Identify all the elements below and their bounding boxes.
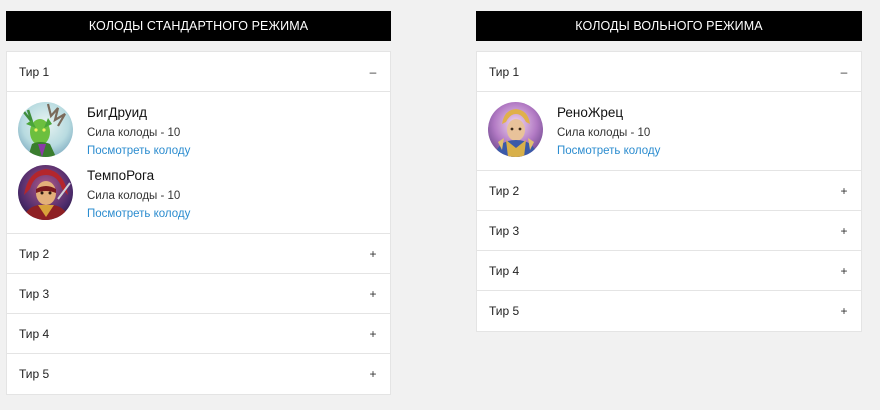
- tier-label: Тир 2: [489, 183, 520, 198]
- wild-tier-2-header[interactable]: Тир 2 +: [477, 171, 861, 211]
- deck-info: БигДруид Сила колоды - 10 Посмотреть кол…: [87, 102, 190, 159]
- view-deck-link[interactable]: Посмотреть колоду: [87, 207, 190, 221]
- wild-tier-3-header[interactable]: Тир 3 +: [477, 211, 861, 251]
- collapse-icon[interactable]: –: [368, 65, 378, 79]
- wild-tier-4-header[interactable]: Тир 4 +: [477, 251, 861, 291]
- expand-icon[interactable]: +: [368, 247, 378, 261]
- tier-label: Тир 4: [489, 263, 520, 278]
- standard-tier-2-header[interactable]: Тир 2 +: [7, 234, 390, 274]
- wild-decks-column: КОЛОДЫ ВОЛЬНОГО РЕЖИМА Тир 1 – РеноЖрец …: [476, 11, 862, 332]
- standard-tier-4-header[interactable]: Тир 4 +: [7, 314, 390, 354]
- deck-name: РеноЖрец: [557, 105, 624, 120]
- wild-tier-1-body: РеноЖрец Сила колоды - 10 Посмотреть кол…: [477, 92, 861, 171]
- deck-item: РеноЖрец Сила колоды - 10 Посмотреть кол…: [488, 102, 861, 158]
- collapse-icon[interactable]: –: [839, 65, 849, 79]
- deck-power: Сила колоды - 10: [87, 190, 181, 202]
- deck-power: Сила колоды - 10: [557, 127, 651, 139]
- wild-tier-accordion: Тир 1 – РеноЖрец Сила колоды - 10 Посмот…: [476, 51, 862, 332]
- rogue-avatar[interactable]: [18, 165, 73, 220]
- deck-info: ТемпоРога Сила колоды - 10 Посмотреть ко…: [87, 165, 190, 222]
- page: КОЛОДЫ СТАНДАРТНОГО РЕЖИМА Тир 1 – БигДр…: [0, 0, 880, 410]
- deck-item: БигДруид Сила колоды - 10 Посмотреть кол…: [18, 102, 390, 158]
- view-deck-link[interactable]: Посмотреть колоду: [87, 144, 190, 158]
- tier-label: Тир 5: [489, 304, 520, 318]
- expand-icon[interactable]: +: [839, 224, 849, 238]
- tier-label: Тир 3: [489, 223, 520, 238]
- wild-decks-header: КОЛОДЫ ВОЛЬНОГО РЕЖИМА: [476, 11, 862, 41]
- standard-tier-1-header[interactable]: Тир 1 –: [7, 52, 390, 92]
- tier-label: Тир 5: [19, 367, 50, 381]
- tier-label: Тир 2: [19, 246, 50, 261]
- druid-avatar[interactable]: [18, 102, 73, 157]
- expand-icon[interactable]: +: [839, 184, 849, 198]
- deck-item: ТемпоРога Сила колоды - 10 Посмотреть ко…: [18, 165, 390, 221]
- expand-icon[interactable]: +: [368, 327, 378, 341]
- expand-icon[interactable]: +: [368, 367, 378, 381]
- standard-tier-3-header[interactable]: Тир 3 +: [7, 274, 390, 314]
- standard-decks-header: КОЛОДЫ СТАНДАРТНОГО РЕЖИМА: [6, 11, 391, 41]
- expand-icon[interactable]: +: [368, 287, 378, 301]
- expand-icon[interactable]: +: [839, 264, 849, 278]
- tier-label: Тир 1: [19, 64, 50, 79]
- standard-tier-5-header[interactable]: Тир 5 +: [7, 354, 390, 394]
- deck-info: РеноЖрец Сила колоды - 10 Посмотреть кол…: [557, 102, 660, 159]
- tier-label: Тир 3: [19, 286, 50, 301]
- priest-avatar[interactable]: [488, 102, 543, 157]
- tier-label: Тир 1: [489, 64, 520, 79]
- tier-label: Тир 4: [19, 326, 50, 341]
- view-deck-link[interactable]: Посмотреть колоду: [557, 144, 660, 158]
- deck-power: Сила колоды - 10: [87, 127, 181, 139]
- deck-name: ТемпоРога: [87, 168, 155, 183]
- standard-decks-column: КОЛОДЫ СТАНДАРТНОГО РЕЖИМА Тир 1 – БигДр…: [6, 11, 391, 395]
- wild-tier-1-header[interactable]: Тир 1 –: [477, 52, 861, 92]
- wild-tier-5-header[interactable]: Тир 5 +: [477, 291, 861, 331]
- expand-icon[interactable]: +: [839, 304, 849, 318]
- deck-name: БигДруид: [87, 105, 147, 120]
- standard-tier-1-body: БигДруид Сила колоды - 10 Посмотреть кол…: [7, 92, 390, 234]
- standard-tier-accordion: Тир 1 – БигДруид Сила колоды - 10 Посмот…: [6, 51, 391, 395]
